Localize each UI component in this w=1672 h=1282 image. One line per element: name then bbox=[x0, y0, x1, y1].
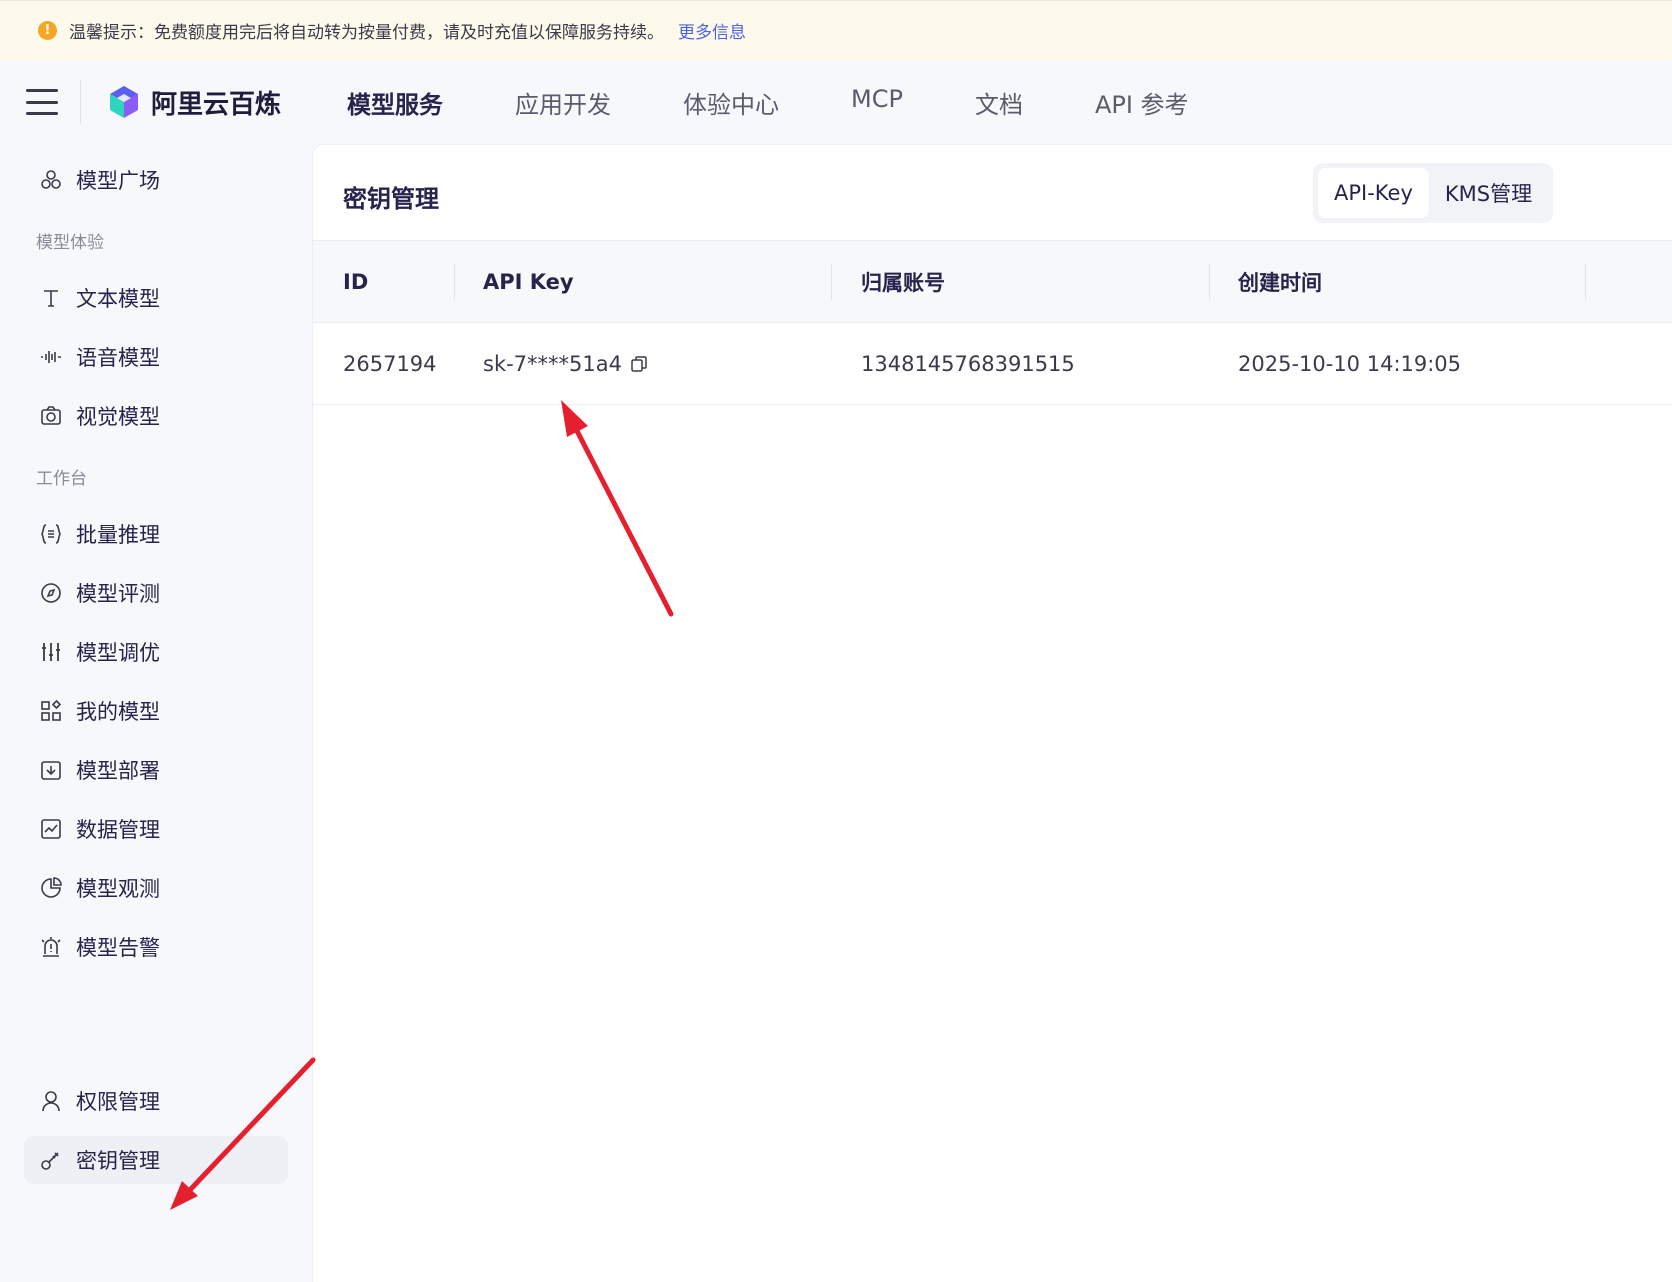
divider bbox=[80, 80, 81, 124]
column-header-id: ID bbox=[343, 269, 369, 294]
sidebar-item-label: 文本模型 bbox=[76, 287, 160, 311]
sidebar-item-model-eval[interactable]: 模型评测 bbox=[24, 569, 288, 617]
cell-account: 1348145768391515 bbox=[861, 351, 1075, 376]
cell-api-key: sk-7****51a4 bbox=[483, 323, 648, 404]
sidebar-item-label: 视觉模型 bbox=[76, 405, 160, 429]
nav-app-dev[interactable]: 应用开发 bbox=[515, 85, 611, 120]
sidebar-item-label: 语音模型 bbox=[76, 346, 160, 370]
copy-icon[interactable] bbox=[630, 355, 648, 373]
sidebar-group-workbench: 工作台 bbox=[36, 469, 87, 489]
sidebar-item-label: 密钥管理 bbox=[76, 1149, 160, 1173]
sidebar-item-vision-model[interactable]: 视觉模型 bbox=[24, 392, 288, 440]
sidebar-item-my-models[interactable]: 我的模型 bbox=[24, 687, 288, 735]
sidebar-item-data-management[interactable]: 数据管理 bbox=[24, 805, 288, 853]
deploy-icon bbox=[38, 757, 64, 783]
braces-icon bbox=[38, 521, 64, 547]
column-divider bbox=[454, 264, 455, 300]
sidebar-item-model-deploy[interactable]: 模型部署 bbox=[24, 746, 288, 794]
table-header: ID API Key 归属账号 创建时间 bbox=[313, 240, 1672, 323]
menu-icon[interactable] bbox=[26, 89, 58, 115]
notice-text: 温馨提示：免费额度用完后将自动转为按量付费，请及时充值以保障服务持续。 bbox=[69, 23, 664, 43]
audio-wave-icon bbox=[38, 344, 64, 370]
main-panel: 密钥管理 API-Key KMS管理 ID API Key 归属账号 创建时间 … bbox=[312, 144, 1672, 1282]
column-header-account: 归属账号 bbox=[861, 270, 945, 295]
top-navbar: 阿里云百炼 模型服务 应用开发 体验中心 MCP 文档 API 参考 bbox=[0, 60, 1672, 144]
alarm-icon bbox=[38, 934, 64, 960]
sidebar-item-label: 模型广场 bbox=[76, 169, 160, 193]
notice-bar: ! 温馨提示：免费额度用完后将自动转为按量付费，请及时充值以保障服务持续。 更多… bbox=[0, 0, 1672, 60]
page-title: 密钥管理 bbox=[343, 185, 439, 213]
compass-icon bbox=[38, 580, 64, 606]
api-key-value: sk-7****51a4 bbox=[483, 351, 622, 376]
sidebar-item-key-management[interactable]: 密钥管理 bbox=[24, 1136, 288, 1184]
nav-model-service[interactable]: 模型服务 bbox=[347, 85, 443, 120]
brand-logo-icon bbox=[110, 86, 138, 118]
cell-created-time: 2025-10-10 14:19:05 bbox=[1238, 351, 1462, 376]
sidebar-item-audio-model[interactable]: 语音模型 bbox=[24, 333, 288, 381]
main-nav: 模型服务 应用开发 体验中心 MCP 文档 API 参考 bbox=[347, 85, 1261, 120]
brand-name: 阿里云百炼 bbox=[151, 89, 282, 120]
nav-api-reference[interactable]: API 参考 bbox=[1095, 85, 1189, 120]
sidebar-item-label: 模型部署 bbox=[76, 759, 160, 783]
text-icon bbox=[38, 285, 64, 311]
warning-icon: ! bbox=[38, 21, 57, 40]
column-divider bbox=[831, 264, 832, 300]
nav-mcp[interactable]: MCP bbox=[851, 85, 903, 120]
sidebar-item-permissions[interactable]: 权限管理 bbox=[24, 1077, 288, 1125]
cell-id: 2657194 bbox=[343, 351, 437, 376]
sidebar-item-label: 模型调优 bbox=[76, 641, 160, 665]
sidebar-item-model-tuning[interactable]: 模型调优 bbox=[24, 628, 288, 676]
tab-api-key[interactable]: API-Key bbox=[1318, 168, 1429, 218]
api-key-table: ID API Key 归属账号 创建时间 2657194 sk-7****51a… bbox=[313, 240, 1672, 405]
more-info-link[interactable]: 更多信息 bbox=[678, 18, 746, 43]
brand[interactable]: 阿里云百炼 bbox=[107, 84, 281, 121]
sidebar-item-label: 模型评测 bbox=[76, 582, 160, 606]
sidebar-item-label: 模型告警 bbox=[76, 936, 160, 960]
grid-apps-icon bbox=[38, 698, 64, 724]
sidebar-item-text-model[interactable]: 文本模型 bbox=[24, 274, 288, 322]
camera-icon bbox=[38, 403, 64, 429]
key-icon bbox=[38, 1147, 64, 1173]
sidebar-item-label: 数据管理 bbox=[76, 818, 160, 842]
sidebar-item-label: 批量推理 bbox=[76, 523, 160, 547]
chart-line-icon bbox=[38, 816, 64, 842]
pie-chart-icon bbox=[38, 875, 64, 901]
column-divider bbox=[1585, 264, 1586, 300]
sidebar: 模型广场 模型体验 文本模型 语音模型 视觉模型 工作台 批量推理 模型评测 模… bbox=[0, 144, 312, 1282]
sidebar-item-label: 模型观测 bbox=[76, 877, 160, 901]
nav-experience-center[interactable]: 体验中心 bbox=[683, 85, 779, 120]
sidebar-item-batch-inference[interactable]: 批量推理 bbox=[24, 510, 288, 558]
column-header-created: 创建时间 bbox=[1238, 270, 1322, 295]
sliders-icon bbox=[38, 639, 64, 665]
sidebar-item-model-alarm[interactable]: 模型告警 bbox=[24, 923, 288, 971]
segmented-tabs: API-Key KMS管理 bbox=[1313, 163, 1554, 223]
model-plaza-icon bbox=[38, 167, 64, 193]
sidebar-item-model-observe[interactable]: 模型观测 bbox=[24, 864, 288, 912]
sidebar-item-model-plaza[interactable]: 模型广场 bbox=[24, 156, 288, 204]
column-divider bbox=[1209, 264, 1210, 300]
nav-docs[interactable]: 文档 bbox=[975, 85, 1023, 120]
sidebar-group-experience: 模型体验 bbox=[36, 233, 104, 253]
tab-kms[interactable]: KMS管理 bbox=[1429, 168, 1548, 218]
user-icon bbox=[38, 1088, 64, 1114]
sidebar-item-label: 我的模型 bbox=[76, 700, 160, 724]
column-header-api-key: API Key bbox=[483, 269, 574, 294]
table-row: 2657194 sk-7****51a4 1348145768391515 20… bbox=[313, 323, 1672, 405]
sidebar-item-label: 权限管理 bbox=[76, 1090, 160, 1114]
